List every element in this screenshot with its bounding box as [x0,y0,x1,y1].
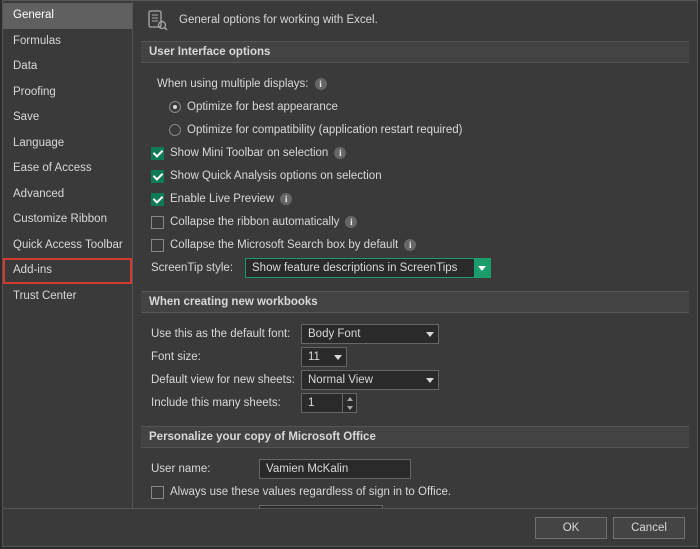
section-personalize-body: User name: Vamien McKalin Always use the… [141,454,689,508]
check-collapse-search-label: Collapse the Microsoft Search box by def… [170,239,398,251]
info-icon[interactable]: i [280,193,292,205]
chevron-down-icon [474,258,490,278]
check-collapse-search[interactable] [151,239,164,252]
section-ui-title: User Interface options [141,41,689,63]
screentip-combo[interactable]: Show feature descriptions in ScreenTips [245,258,491,278]
user-name-label: User name: [151,463,259,475]
sidebar-item-formulas[interactable]: Formulas [3,29,132,55]
default-font-label: Use this as the default font: [151,328,301,340]
cancel-button[interactable]: Cancel [613,517,685,539]
chevron-down-icon [334,355,342,360]
sidebar-label: Customize Ribbon [13,213,107,225]
sidebar-label: General [13,9,54,21]
sidebar-item-add-ins[interactable]: Add-ins [3,258,132,284]
sidebar-item-ease-of-access[interactable]: Ease of Access [3,156,132,182]
screentip-label: ScreenTip style: [151,262,245,274]
section-ui-body: When using multiple displays: i Optimize… [141,69,689,283]
info-icon[interactable]: i [334,147,346,159]
sheets-value: 1 [308,397,314,409]
sidebar-item-language[interactable]: Language [3,131,132,157]
page-header: General options for working with Excel. [141,9,689,31]
sidebar-label: Trust Center [13,290,76,302]
sheets-label: Include this many sheets: [151,397,301,409]
multi-displays-label: When using multiple displays: [157,78,309,90]
check-mini-toolbar-label: Show Mini Toolbar on selection [170,147,328,159]
sheets-spinner[interactable]: 1 [301,393,357,413]
section-personalize-title: Personalize your copy of Microsoft Offic… [141,426,689,448]
sidebar-item-trust-center[interactable]: Trust Center [3,284,132,310]
sidebar-item-proofing[interactable]: Proofing [3,80,132,106]
default-view-combo[interactable]: Normal View [301,370,439,390]
sidebar: General Formulas Data Proofing Save Lang… [3,1,133,508]
sidebar-label: Data [13,60,37,72]
sidebar-label: Advanced [13,188,64,200]
page-title: General options for working with Excel. [179,14,378,26]
check-collapse-ribbon[interactable] [151,216,164,229]
sidebar-label: Proofing [13,86,56,98]
office-bg-combo[interactable]: Circuit [259,505,383,508]
radio-optimize-compat-label: Optimize for compatibility (application … [187,124,462,136]
sidebar-label: Quick Access Toolbar [13,239,123,251]
check-collapse-ribbon-label: Collapse the ribbon automatically [170,216,339,228]
dialog-footer: OK Cancel [3,508,697,546]
user-name-input[interactable]: Vamien McKalin [259,459,411,479]
sidebar-label: Ease of Access [13,162,92,174]
sidebar-label: Formulas [13,35,61,47]
check-always-use-label: Always use these values regardless of si… [170,486,451,498]
default-view-label: Default view for new sheets: [151,374,301,386]
default-font-value: Body Font [308,328,360,340]
info-icon[interactable]: i [345,216,357,228]
font-size-value: 11 [308,351,320,363]
check-live-preview[interactable] [151,193,164,206]
sidebar-item-save[interactable]: Save [3,105,132,131]
user-name-value: Vamien McKalin [266,463,348,475]
general-options-icon [147,9,169,31]
sidebar-item-general[interactable]: General [3,3,132,29]
sidebar-label: Save [13,111,39,123]
check-always-use[interactable] [151,486,164,499]
font-size-label: Font size: [151,351,301,363]
ok-button[interactable]: OK [535,517,607,539]
chevron-down-icon [426,332,434,337]
spin-buttons[interactable] [342,394,356,412]
sidebar-item-data[interactable]: Data [3,54,132,80]
check-live-preview-label: Enable Live Preview [170,193,274,205]
options-dialog: General Formulas Data Proofing Save Lang… [2,0,698,547]
main-area: General Formulas Data Proofing Save Lang… [3,1,697,508]
section-newwb-title: When creating new workbooks [141,291,689,313]
sidebar-item-advanced[interactable]: Advanced [3,182,132,208]
check-quick-analysis-label: Show Quick Analysis options on selection [170,170,382,182]
radio-optimize-best[interactable] [169,101,181,113]
sidebar-label: Add-ins [13,264,52,276]
default-font-combo[interactable]: Body Font [301,324,439,344]
font-size-combo[interactable]: 11 [301,347,347,367]
check-mini-toolbar[interactable] [151,147,164,160]
radio-optimize-compat[interactable] [169,124,181,136]
sidebar-label: Language [13,137,64,149]
info-icon[interactable]: i [404,239,416,251]
check-quick-analysis[interactable] [151,170,164,183]
chevron-down-icon [426,378,434,383]
default-view-value: Normal View [308,374,373,386]
radio-optimize-best-label: Optimize for best appearance [187,101,338,113]
sidebar-item-quick-access-toolbar[interactable]: Quick Access Toolbar [3,233,132,259]
sidebar-item-customize-ribbon[interactable]: Customize Ribbon [3,207,132,233]
content-panel: General options for working with Excel. … [133,1,697,508]
section-newwb-body: Use this as the default font: Body Font … [141,319,689,418]
screentip-value: Show feature descriptions in ScreenTips [252,262,457,274]
info-icon[interactable]: i [315,78,327,90]
